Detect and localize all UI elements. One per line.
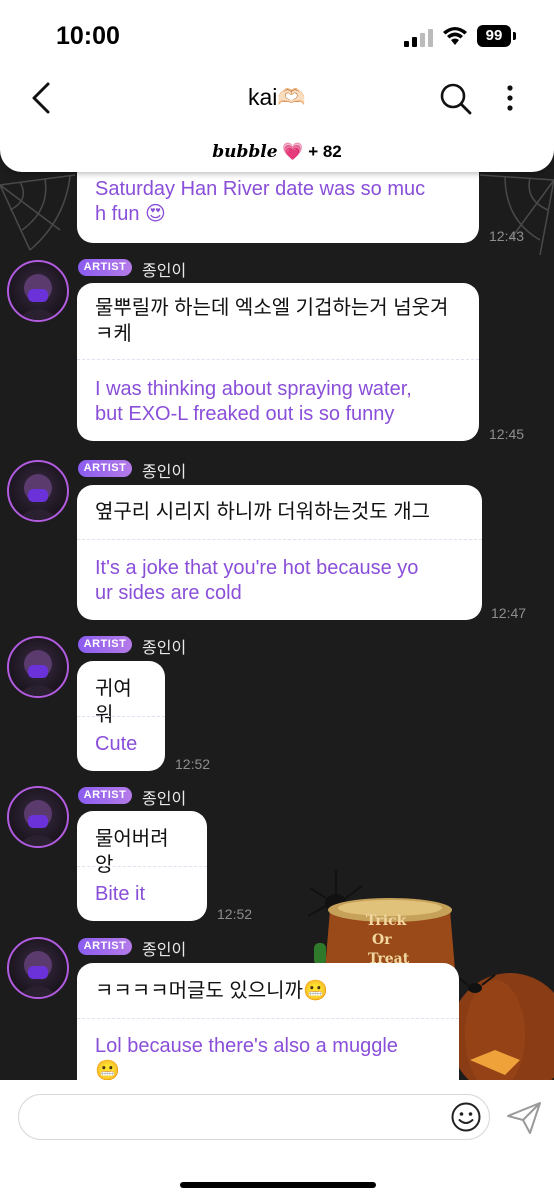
wifi-icon (443, 27, 467, 45)
message-bubble[interactable]: 귀여워 Cute (77, 661, 165, 771)
home-indicator (180, 1182, 376, 1188)
avatar[interactable] (7, 260, 69, 322)
pumpkin-text: Trick (366, 913, 407, 929)
avatar[interactable] (7, 636, 69, 698)
bubble-subscription-badge[interactable]: bubble 💗 + 82 (0, 142, 554, 162)
bubble-count: + 82 (308, 142, 342, 161)
artist-badge: ARTIST (78, 787, 132, 804)
avatar[interactable] (7, 460, 69, 522)
message-original: 귀여워 (95, 678, 132, 726)
message-original: 옆구리 시리지 하니까 더워하는것도 개그 (95, 501, 431, 523)
search-icon[interactable] (440, 83, 472, 115)
message-original: 물뿌릴까 하는데 엑소엘 기겁하는거 넘웃겨 ㅋ케 (95, 297, 449, 345)
bubble-word: bubble (212, 142, 278, 162)
message-translation: Lol because there's also a muggle 😬 (95, 1035, 398, 1082)
message-translation: Saturday Han River date was so muc h fun… (95, 178, 426, 225)
avatar-image (17, 650, 59, 696)
message-time: 12:45 (489, 426, 525, 442)
message-time: 12:52 (217, 906, 253, 922)
message-time: 12:47 (491, 605, 527, 621)
sender-name[interactable]: 종인이 (142, 458, 186, 482)
sender-name[interactable]: 종인이 (142, 936, 186, 960)
status-time: 10:00 (56, 22, 120, 50)
message-original: ㅋㅋㅋㅋ머글도 있으니까😬 (95, 980, 328, 1002)
signal-icon (404, 29, 433, 47)
battery-icon: 99 (477, 25, 517, 47)
svg-text:Or: Or (372, 932, 392, 948)
sender-name[interactable]: 종인이 (142, 257, 186, 281)
message-time: 12:43 (489, 228, 525, 244)
avatar-image (17, 274, 59, 320)
message-bubble[interactable]: 옆구리 시리지 하니까 더워하는것도 개그 It's a joke that y… (77, 485, 482, 620)
sender-name[interactable]: 종인이 (142, 785, 186, 809)
message-translation: Cute (95, 733, 138, 755)
send-icon[interactable] (506, 1101, 542, 1135)
message-time: 12:52 (175, 756, 211, 772)
artist-badge: ARTIST (78, 460, 132, 477)
battery-level: 99 (477, 25, 511, 47)
avatar[interactable] (7, 937, 69, 999)
avatar-image (17, 800, 59, 846)
sender-name[interactable]: 종인이 (142, 634, 186, 658)
emoji-icon[interactable] (450, 1101, 482, 1133)
chat-header: 10:00 99 kai🫶🏻 bubble 💗 + 82 (0, 0, 554, 172)
avatar-image (17, 474, 59, 520)
message-translation: It's a joke that you're hot because yo u… (95, 557, 419, 604)
heart-icon: 💗 (282, 142, 304, 161)
message-bubble[interactable]: 물뿌릴까 하는데 엑소엘 기겁하는거 넘웃겨 ㅋ케 I was thinking… (77, 283, 479, 441)
message-original: 물어버려 앙 (95, 828, 169, 876)
message-input[interactable] (18, 1094, 490, 1140)
message-translation: I was thinking about spraying water, but… (95, 378, 412, 425)
avatar-image (17, 951, 59, 997)
more-vertical-icon[interactable] (500, 84, 520, 114)
artist-badge: ARTIST (78, 636, 132, 653)
artist-badge: ARTIST (78, 938, 132, 955)
message-composer (0, 1080, 554, 1200)
message-translation: Bite it (95, 883, 146, 905)
message-bubble[interactable]: 물어버려 앙 Bite it (77, 811, 207, 921)
artist-badge: ARTIST (78, 259, 132, 276)
avatar[interactable] (7, 786, 69, 848)
